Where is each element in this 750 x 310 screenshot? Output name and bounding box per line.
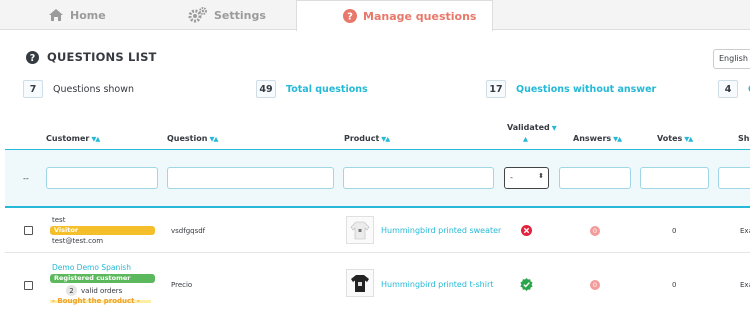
tshirt-image xyxy=(351,275,369,292)
customer-type-badge: Registered customer xyxy=(50,274,155,283)
stat-label: Questions shown xyxy=(53,83,135,95)
column-question[interactable]: Question ▼▲ xyxy=(167,134,218,143)
row-checkbox[interactable] xyxy=(24,226,33,235)
column-validated[interactable]: Validated ▼ xyxy=(507,123,557,132)
filter-answers-input[interactable] xyxy=(559,167,631,189)
sort-icon[interactable]: ▲ xyxy=(523,135,528,143)
column-label: Votes xyxy=(657,134,683,143)
column-customer[interactable]: Customer ▼▲ xyxy=(46,134,100,143)
column-label: Answers xyxy=(573,134,612,143)
stat-extra[interactable]: 4 Q xyxy=(718,80,750,98)
valid-orders-label: valid orders xyxy=(81,287,123,295)
column-label: Question xyxy=(167,134,208,143)
sort-icon[interactable]: ▼▲ xyxy=(209,135,218,143)
tab-manage-questions[interactable]: ? Manage questions xyxy=(296,0,493,31)
question-text: vsdfgqsdf xyxy=(171,227,206,235)
bought-product-label: - Bought the product - xyxy=(52,297,140,305)
divider xyxy=(5,206,750,208)
product-thumbnail xyxy=(346,269,374,297)
home-icon xyxy=(49,9,63,21)
tab-settings-label: Settings xyxy=(214,8,266,22)
show-value: Exa xyxy=(740,281,750,289)
sort-icon[interactable]: ▼ xyxy=(552,124,557,132)
filter-question-input[interactable] xyxy=(167,167,334,189)
stat-total-questions[interactable]: 49 Total questions xyxy=(256,80,368,98)
page-title: QUESTIONS LIST xyxy=(47,50,157,64)
valid-orders-count: 2 xyxy=(66,285,77,296)
language-select[interactable]: English ( xyxy=(713,49,750,69)
page: Home Settings ? Manage questions ? QUEST… xyxy=(0,0,750,310)
tab-manage-label: Manage questions xyxy=(363,9,477,23)
gears-icon xyxy=(188,7,207,23)
stat-value: 17 xyxy=(486,80,506,98)
filter-validated-select[interactable]: - ⬍ xyxy=(504,167,549,189)
filter-product-input[interactable] xyxy=(343,167,494,189)
filter-placeholder: -- xyxy=(23,174,29,183)
stat-questions-without-answer[interactable]: 17 Questions without answer xyxy=(486,80,656,98)
stat-questions-shown: 7 Questions shown xyxy=(23,80,134,98)
panel-heading: ? QUESTIONS LIST xyxy=(26,50,157,64)
product-thumbnail xyxy=(346,216,374,244)
product-link[interactable]: Hummingbird printed sweater xyxy=(381,226,501,235)
row-divider xyxy=(5,252,750,253)
column-votes[interactable]: Votes ▼▲ xyxy=(657,134,693,143)
votes-count: 0 xyxy=(672,227,677,235)
stat-value: 4 xyxy=(718,80,738,98)
stat-value: 7 xyxy=(23,80,43,98)
stat-label: Total questions xyxy=(286,83,368,95)
column-label: Validated xyxy=(507,123,550,132)
select-value: - xyxy=(510,173,513,182)
tab-home[interactable]: Home xyxy=(48,0,106,30)
sweater-image xyxy=(350,221,370,240)
tab-settings[interactable]: Settings xyxy=(188,0,266,30)
product-link[interactable]: Hummingbird printed t-shirt xyxy=(381,280,493,289)
validated-icon[interactable] xyxy=(520,278,533,291)
top-tabs: Home Settings ? Manage questions xyxy=(0,0,750,31)
sort-icon[interactable]: ▼▲ xyxy=(684,135,693,143)
question-circle-icon: ? xyxy=(343,9,357,23)
stat-label: Questions without answer xyxy=(516,83,657,95)
chevron-updown-icon: ⬍ xyxy=(538,172,544,180)
column-label: Sho xyxy=(738,134,750,143)
column-product[interactable]: Product ▼▲ xyxy=(344,134,390,143)
row-checkbox[interactable] xyxy=(24,281,33,290)
customer-type-badge: Visitor xyxy=(50,226,155,235)
column-answers[interactable]: Answers ▼▲ xyxy=(573,134,622,143)
sort-icon[interactable]: ▼▲ xyxy=(613,135,622,143)
sort-icon[interactable]: ▼▲ xyxy=(91,135,100,143)
customer-email: test@test.com xyxy=(52,237,104,245)
show-value: Exa xyxy=(740,227,750,235)
column-show[interactable]: Sho xyxy=(738,134,750,143)
filter-votes-input[interactable] xyxy=(640,167,709,189)
tab-home-label: Home xyxy=(70,8,106,22)
stat-value: 49 xyxy=(256,80,276,98)
svg-text:?: ? xyxy=(30,53,36,64)
answers-count: 0 xyxy=(590,280,600,290)
answers-count: 0 xyxy=(590,226,600,236)
column-label: Customer xyxy=(46,134,90,143)
customer-name: test xyxy=(52,216,66,224)
svg-text:?: ? xyxy=(347,12,353,23)
question-text: Precio xyxy=(171,281,193,289)
votes-count: 0 xyxy=(672,281,677,289)
filter-show-input[interactable] xyxy=(718,167,750,189)
not-validated-icon[interactable] xyxy=(521,225,532,236)
customer-name-link[interactable]: Demo Demo Spanish xyxy=(52,263,131,272)
sort-icon[interactable]: ▼▲ xyxy=(381,135,390,143)
question-circle-icon: ? xyxy=(26,50,39,64)
filter-customer-input[interactable] xyxy=(46,167,158,189)
column-label: Product xyxy=(344,134,380,143)
